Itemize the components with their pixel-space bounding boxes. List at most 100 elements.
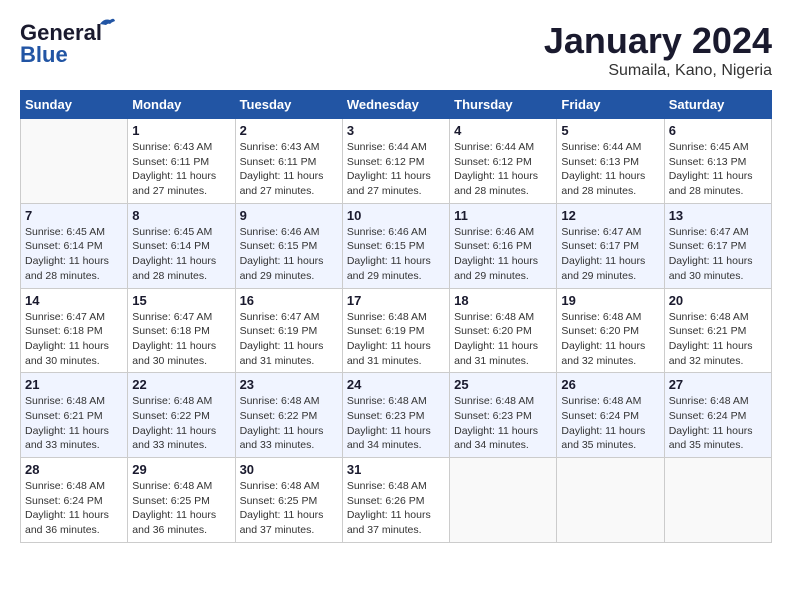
day-info: Sunrise: 6:48 AMSunset: 6:21 PMDaylight:…: [669, 310, 767, 369]
calendar-cell: 3 Sunrise: 6:44 AMSunset: 6:12 PMDaylight…: [342, 119, 449, 204]
day-number: 1: [132, 123, 230, 138]
day-number: 19: [561, 293, 659, 308]
calendar-cell: 16Sunrise: 6:47 AMSunset: 6:19 PMDayligh…: [235, 288, 342, 373]
day-number: 25: [454, 377, 552, 392]
day-number: 3: [347, 123, 445, 138]
day-number: 30: [240, 462, 338, 477]
calendar-week-5: 28 Sunrise: 6:48 AMSunset: 6:24 PMDayligh…: [21, 458, 772, 543]
location: Sumaila, Kano, Nigeria: [544, 62, 772, 80]
day-number: 18: [454, 293, 552, 308]
day-info: Sunrise: 6:48 AMSunset: 6:24 PMDaylight:…: [561, 394, 659, 453]
day-info: Sunrise: 6:47 AMSunset: 6:18 PMDaylight:…: [25, 310, 123, 369]
day-number: 5: [561, 123, 659, 138]
day-info: Sunrise: 6:48 AMSunset: 6:25 PMDaylight:…: [132, 479, 230, 538]
day-info: Sunrise: 6:44 AMSunset: 6:12 PMDaylight:…: [347, 140, 445, 199]
day-info: Sunrise: 6:48 AMSunset: 6:26 PMDaylight:…: [347, 479, 445, 538]
day-info: Sunrise: 6:43 AMSunset: 6:11 PMDaylight:…: [132, 140, 230, 199]
calendar-cell: 15 Sunrise: 6:47 AMSunset: 6:18 PMDayligh…: [128, 288, 235, 373]
calendar-cell: 6 Sunrise: 6:45 AMSunset: 6:13 PMDaylight…: [664, 119, 771, 204]
day-number: 13: [669, 208, 767, 223]
weekday-header-thursday: Thursday: [450, 91, 557, 119]
weekday-header-sunday: Sunday: [21, 91, 128, 119]
calendar-cell: 9 Sunrise: 6:46 AMSunset: 6:15 PMDaylight…: [235, 203, 342, 288]
calendar-cell: 28 Sunrise: 6:48 AMSunset: 6:24 PMDayligh…: [21, 458, 128, 543]
day-info: Sunrise: 6:48 AMSunset: 6:22 PMDaylight:…: [132, 394, 230, 453]
calendar-header-row: SundayMondayTuesdayWednesdayThursdayFrid…: [21, 91, 772, 119]
day-number: 11: [454, 208, 552, 223]
day-number: 17: [347, 293, 445, 308]
day-number: 2: [240, 123, 338, 138]
calendar-cell: 23Sunrise: 6:48 AMSunset: 6:22 PMDayligh…: [235, 373, 342, 458]
day-number: 27: [669, 377, 767, 392]
logo: General Blue: [20, 20, 102, 68]
day-number: 26: [561, 377, 659, 392]
day-info: Sunrise: 6:46 AMSunset: 6:15 PMDaylight:…: [347, 225, 445, 284]
calendar-week-4: 21 Sunrise: 6:48 AMSunset: 6:21 PMDayligh…: [21, 373, 772, 458]
calendar-cell: 20Sunrise: 6:48 AMSunset: 6:21 PMDayligh…: [664, 288, 771, 373]
calendar-cell: 25 Sunrise: 6:48 AMSunset: 6:23 PMDayligh…: [450, 373, 557, 458]
page-header: General Blue January 2024 Sumaila, Kano,…: [20, 20, 772, 80]
day-number: 14: [25, 293, 123, 308]
day-info: Sunrise: 6:48 AMSunset: 6:21 PMDaylight:…: [25, 394, 123, 453]
weekday-header-tuesday: Tuesday: [235, 91, 342, 119]
calendar-week-3: 14 Sunrise: 6:47 AMSunset: 6:18 PMDayligh…: [21, 288, 772, 373]
day-number: 23: [240, 377, 338, 392]
calendar-cell: 2 Sunrise: 6:43 AMSunset: 6:11 PMDaylight…: [235, 119, 342, 204]
day-info: Sunrise: 6:48 AMSunset: 6:20 PMDaylight:…: [561, 310, 659, 369]
day-number: 8: [132, 208, 230, 223]
calendar-cell: [557, 458, 664, 543]
day-number: 15: [132, 293, 230, 308]
day-number: 10: [347, 208, 445, 223]
day-info: Sunrise: 6:45 AMSunset: 6:14 PMDaylight:…: [132, 225, 230, 284]
calendar-cell: 13 Sunrise: 6:47 AMSunset: 6:17 PMDayligh…: [664, 203, 771, 288]
calendar-cell: 8 Sunrise: 6:45 AMSunset: 6:14 PMDaylight…: [128, 203, 235, 288]
day-info: Sunrise: 6:48 AMSunset: 6:23 PMDaylight:…: [347, 394, 445, 453]
day-info: Sunrise: 6:47 AMSunset: 6:18 PMDaylight:…: [132, 310, 230, 369]
day-info: Sunrise: 6:46 AMSunset: 6:16 PMDaylight:…: [454, 225, 552, 284]
day-info: Sunrise: 6:44 AMSunset: 6:12 PMDaylight:…: [454, 140, 552, 199]
month-title: January 2024: [544, 20, 772, 62]
logo-bird-icon: [98, 14, 116, 32]
calendar-cell: 30 Sunrise: 6:48 AMSunset: 6:25 PMDayligh…: [235, 458, 342, 543]
day-number: 7: [25, 208, 123, 223]
calendar-cell: 10 Sunrise: 6:46 AMSunset: 6:15 PMDayligh…: [342, 203, 449, 288]
day-info: Sunrise: 6:48 AMSunset: 6:23 PMDaylight:…: [454, 394, 552, 453]
weekday-header-monday: Monday: [128, 91, 235, 119]
weekday-header-wednesday: Wednesday: [342, 91, 449, 119]
calendar-cell: 24 Sunrise: 6:48 AMSunset: 6:23 PMDayligh…: [342, 373, 449, 458]
calendar-cell: 22Sunrise: 6:48 AMSunset: 6:22 PMDayligh…: [128, 373, 235, 458]
calendar-cell: 17 Sunrise: 6:48 AMSunset: 6:19 PMDayligh…: [342, 288, 449, 373]
day-info: Sunrise: 6:46 AMSunset: 6:15 PMDaylight:…: [240, 225, 338, 284]
calendar-cell: [21, 119, 128, 204]
title-block: January 2024 Sumaila, Kano, Nigeria: [544, 20, 772, 80]
calendar-cell: 14 Sunrise: 6:47 AMSunset: 6:18 PMDayligh…: [21, 288, 128, 373]
day-info: Sunrise: 6:48 AMSunset: 6:19 PMDaylight:…: [347, 310, 445, 369]
calendar-week-1: 1 Sunrise: 6:43 AMSunset: 6:11 PMDaylight…: [21, 119, 772, 204]
day-number: 24: [347, 377, 445, 392]
day-number: 9: [240, 208, 338, 223]
calendar-cell: 4 Sunrise: 6:44 AMSunset: 6:12 PMDaylight…: [450, 119, 557, 204]
day-info: Sunrise: 6:45 AMSunset: 6:13 PMDaylight:…: [669, 140, 767, 199]
day-info: Sunrise: 6:45 AMSunset: 6:14 PMDaylight:…: [25, 225, 123, 284]
day-number: 6: [669, 123, 767, 138]
day-info: Sunrise: 6:47 AMSunset: 6:17 PMDaylight:…: [669, 225, 767, 284]
day-info: Sunrise: 6:48 AMSunset: 6:20 PMDaylight:…: [454, 310, 552, 369]
calendar-cell: 31Sunrise: 6:48 AMSunset: 6:26 PMDayligh…: [342, 458, 449, 543]
calendar-cell: 1 Sunrise: 6:43 AMSunset: 6:11 PMDaylight…: [128, 119, 235, 204]
day-info: Sunrise: 6:48 AMSunset: 6:24 PMDaylight:…: [25, 479, 123, 538]
calendar-cell: 18 Sunrise: 6:48 AMSunset: 6:20 PMDayligh…: [450, 288, 557, 373]
day-info: Sunrise: 6:43 AMSunset: 6:11 PMDaylight:…: [240, 140, 338, 199]
day-info: Sunrise: 6:44 AMSunset: 6:13 PMDaylight:…: [561, 140, 659, 199]
day-number: 29: [132, 462, 230, 477]
calendar-cell: 7 Sunrise: 6:45 AMSunset: 6:14 PMDaylight…: [21, 203, 128, 288]
day-info: Sunrise: 6:47 AMSunset: 6:17 PMDaylight:…: [561, 225, 659, 284]
day-number: 28: [25, 462, 123, 477]
day-number: 4: [454, 123, 552, 138]
calendar-cell: 12Sunrise: 6:47 AMSunset: 6:17 PMDayligh…: [557, 203, 664, 288]
calendar-cell: 5 Sunrise: 6:44 AMSunset: 6:13 PMDaylight…: [557, 119, 664, 204]
calendar-table: SundayMondayTuesdayWednesdayThursdayFrid…: [20, 90, 772, 543]
day-number: 21: [25, 377, 123, 392]
day-info: Sunrise: 6:48 AMSunset: 6:25 PMDaylight:…: [240, 479, 338, 538]
logo-general: General: [20, 20, 102, 45]
calendar-cell: 11 Sunrise: 6:46 AMSunset: 6:16 PMDayligh…: [450, 203, 557, 288]
